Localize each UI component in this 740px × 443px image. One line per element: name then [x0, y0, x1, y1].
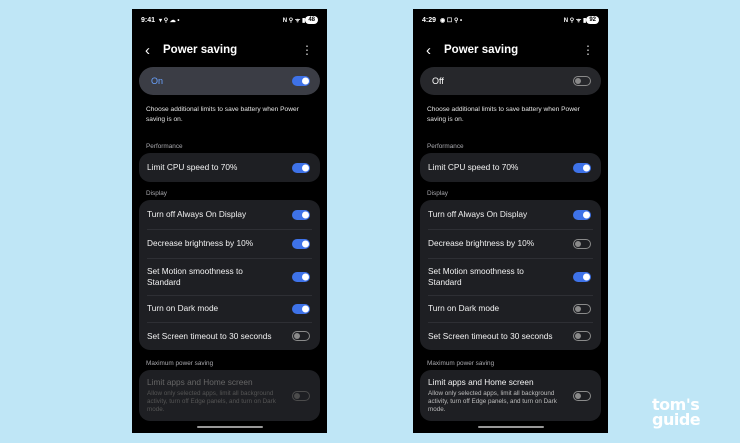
page-title: Power saving: [163, 44, 238, 56]
brand-line-2: guide: [652, 410, 701, 429]
setting-label: Turn on Dark mode: [428, 303, 500, 313]
status-bar: 9:41 ▾ ⚲ ☁ • N ⚲ ᯤ ▮ 48: [141, 15, 318, 25]
setting-label: Turn off Always On Display: [147, 209, 247, 219]
setting-row-limit-apps[interactable]: Limit apps and Home screen Allow only se…: [420, 370, 601, 421]
home-indicator: [477, 426, 544, 428]
status-bar: 4:29 ◉ ☐ ⚲ • N ⚲ ᯤ ▮ 92: [422, 15, 599, 25]
setting-toggle[interactable]: [292, 390, 310, 401]
phone-screen-left: 9:41 ▾ ⚲ ☁ • N ⚲ ᯤ ▮ 48 ‹ Power saving ⋮…: [132, 9, 327, 433]
setting-row-brightness[interactable]: Decrease brightness by 10%: [420, 229, 601, 258]
setting-toggle[interactable]: [573, 303, 591, 314]
phone-screen-right: 4:29 ◉ ☐ ⚲ • N ⚲ ᯤ ▮ 92 ‹ Power saving ⋮…: [413, 9, 608, 433]
setting-row-dark-mode[interactable]: Turn on Dark mode: [139, 295, 320, 322]
setting-label: Set Motion smoothness to Standard: [147, 265, 243, 287]
setting-toggle[interactable]: [292, 303, 310, 314]
setting-label: Turn on Dark mode: [147, 303, 219, 313]
setting-label: Set Screen timeout to 30 seconds: [428, 330, 553, 341]
setting-row-timeout[interactable]: Set Screen timeout to 30 seconds: [139, 322, 320, 350]
battery-level: 92: [586, 16, 599, 24]
setting-toggle[interactable]: [292, 271, 310, 282]
section-display: Display: [146, 190, 167, 197]
master-toggle-label: On: [151, 76, 164, 86]
battery-level: 48: [305, 16, 318, 24]
setting-label: Set Screen timeout to 30 seconds: [147, 330, 272, 341]
description-text: Choose additional limits to save battery…: [146, 106, 299, 123]
setting-toggle[interactable]: [573, 162, 591, 173]
master-toggle-row[interactable]: Off: [420, 67, 601, 95]
setting-row-cpu[interactable]: Limit CPU speed to 70%: [139, 153, 320, 182]
home-indicator: [196, 426, 263, 428]
master-toggle[interactable]: [573, 76, 591, 86]
setting-row-dark-mode[interactable]: Turn on Dark mode: [420, 295, 601, 322]
performance-card: Limit CPU speed to 70%: [139, 153, 320, 182]
setting-label: Limit apps and Home screen: [428, 377, 534, 387]
display-card: Turn off Always On Display Decrease brig…: [139, 200, 320, 350]
section-performance: Performance: [427, 143, 464, 150]
setting-label: Limit apps and Home screen: [147, 377, 253, 387]
setting-row-timeout[interactable]: Set Screen timeout to 30 seconds: [420, 322, 601, 350]
setting-sublabel: Allow only selected apps, limit all back…: [428, 390, 557, 413]
setting-toggle[interactable]: [573, 238, 591, 249]
setting-toggle[interactable]: [573, 390, 591, 401]
setting-toggle[interactable]: [292, 238, 310, 249]
setting-toggle[interactable]: [292, 162, 310, 173]
setting-text: Limit apps and Home screen Allow only se…: [147, 377, 292, 414]
setting-row-limit-apps[interactable]: Limit apps and Home screen Allow only se…: [139, 370, 320, 421]
master-toggle-row[interactable]: On: [139, 67, 320, 95]
more-vertical-icon[interactable]: ⋮: [582, 43, 594, 58]
maximum-card: Limit apps and Home screen Allow only se…: [139, 370, 320, 421]
setting-row-aod[interactable]: Turn off Always On Display: [420, 200, 601, 229]
section-performance: Performance: [146, 143, 183, 150]
notification-icons: ▾ ⚲ ☁ •: [159, 17, 180, 24]
maximum-card: Limit apps and Home screen Allow only se…: [420, 370, 601, 421]
app-header: ‹ Power saving ⋮: [413, 43, 608, 59]
setting-toggle[interactable]: [573, 209, 591, 220]
setting-label: Decrease brightness by 10%: [428, 238, 535, 248]
brand-watermark: tom's guide: [652, 397, 732, 429]
status-time: 4:29: [422, 16, 437, 24]
notification-icons: ◉ ☐ ⚲ •: [440, 17, 463, 24]
setting-row-cpu[interactable]: Limit CPU speed to 70%: [420, 153, 601, 182]
section-maximum: Maximum power saving: [427, 360, 495, 367]
system-icons: N ⚲ ᯤ ▮: [282, 18, 306, 24]
setting-row-motion[interactable]: Set Motion smoothness to Standard: [139, 258, 320, 295]
setting-label: Decrease brightness by 10%: [147, 238, 254, 248]
system-icons: N ⚲ ᯤ ▮: [563, 18, 587, 24]
setting-sublabel: Allow only selected apps, limit all back…: [147, 390, 276, 413]
setting-toggle[interactable]: [292, 331, 310, 341]
more-vertical-icon[interactable]: ⋮: [301, 43, 313, 58]
section-maximum: Maximum power saving: [146, 360, 214, 367]
setting-row-brightness[interactable]: Decrease brightness by 10%: [139, 229, 320, 258]
setting-toggle[interactable]: [573, 271, 591, 282]
setting-toggle[interactable]: [573, 331, 591, 341]
setting-label: Set Motion smoothness to Standard: [428, 265, 524, 287]
chevron-left-icon[interactable]: ‹: [145, 43, 150, 58]
setting-row-aod[interactable]: Turn off Always On Display: [139, 200, 320, 229]
master-toggle[interactable]: [292, 76, 310, 86]
setting-label: Turn off Always On Display: [428, 209, 528, 219]
app-header: ‹ Power saving ⋮: [132, 43, 327, 59]
section-display: Display: [427, 190, 448, 197]
setting-row-motion[interactable]: Set Motion smoothness to Standard: [420, 258, 601, 295]
setting-label: Limit CPU speed to 70%: [428, 162, 519, 172]
status-time: 9:41: [141, 16, 156, 24]
performance-card: Limit CPU speed to 70%: [420, 153, 601, 182]
display-card: Turn off Always On Display Decrease brig…: [420, 200, 601, 350]
description-text: Choose additional limits to save battery…: [427, 106, 580, 123]
chevron-left-icon[interactable]: ‹: [426, 43, 431, 58]
setting-label: Limit CPU speed to 70%: [147, 162, 238, 172]
master-toggle-label: Off: [432, 76, 444, 86]
setting-toggle[interactable]: [292, 209, 310, 220]
page-title: Power saving: [444, 44, 519, 56]
setting-text: Limit apps and Home screen Allow only se…: [428, 377, 573, 414]
